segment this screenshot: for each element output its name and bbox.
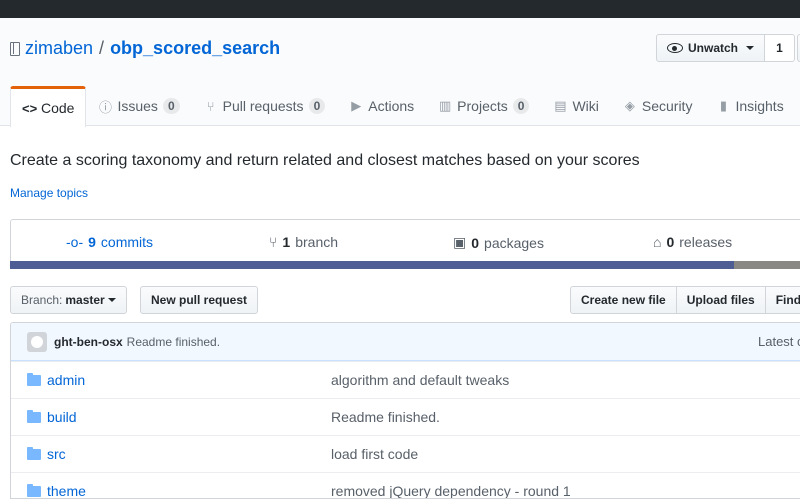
branch-icon: ⑂ <box>269 234 278 250</box>
tag-icon: ⌂ <box>653 234 662 250</box>
new-pull-request-button[interactable]: New pull request <box>140 286 259 314</box>
tab-label: Issues <box>117 98 158 114</box>
commits-label: commits <box>100 234 154 250</box>
code-icon: <> <box>22 100 38 116</box>
language-bar[interactable] <box>10 261 800 269</box>
file-commit-message[interactable]: algorithm and default tweaks <box>331 372 509 388</box>
repo-title: zimaben / obp_scored_search <box>10 38 280 59</box>
tab-label: Projects <box>457 98 508 114</box>
tab-actions[interactable]: ▶ Actions <box>337 86 426 126</box>
repo-separator: / <box>99 38 105 58</box>
repo-description: Create a scoring taxonomy and return rel… <box>10 152 640 169</box>
tab-issues[interactable]: ⓘ Issues 0 <box>86 86 191 126</box>
packages-count: 0 <box>471 234 480 251</box>
top-navbar <box>0 0 800 18</box>
shield-icon: ◈ <box>624 98 635 113</box>
repo-icon <box>10 41 20 56</box>
folder-icon <box>27 409 41 423</box>
tab-pull-requests[interactable]: ⑂ Pull requests 0 <box>192 86 338 126</box>
avatar[interactable] <box>27 331 47 352</box>
commit-message[interactable]: Readme finished. <box>127 335 220 349</box>
file-row: theme removed jQuery dependency - round … <box>11 472 800 498</box>
commits-count: 9 <box>88 234 96 250</box>
packages-label: packages <box>484 234 544 251</box>
issues-counter: 0 <box>162 98 180 114</box>
file-row: admin algorithm and default tweaks <box>11 361 800 398</box>
repo-owner-link[interactable]: zimaben <box>25 38 93 59</box>
latest-commit-label: Latest c <box>758 334 800 349</box>
tab-label: Actions <box>368 98 415 114</box>
folder-icon <box>27 446 41 460</box>
branch-label: branch <box>295 234 339 250</box>
language-segment-secondary <box>734 261 800 269</box>
tab-wiki[interactable]: ▤ Wiki <box>541 86 610 126</box>
tab-label: Code <box>41 100 75 116</box>
branch-select-button[interactable]: Branch: master <box>10 286 127 314</box>
graph-icon: ▮ <box>719 98 728 113</box>
tab-label: Security <box>641 98 693 114</box>
tab-label: Insights <box>735 98 784 114</box>
package-icon: ▣ <box>453 234 467 250</box>
tab-label: Wiki <box>572 98 599 114</box>
create-new-file-button[interactable]: Create new file <box>570 286 677 314</box>
repo-header: zimaben / obp_scored_search Unwatch 1 <>… <box>0 18 800 127</box>
file-name-link[interactable]: build <box>47 409 77 425</box>
branch-value: master <box>65 293 105 307</box>
tab-insights[interactable]: ▮ Insights <box>704 86 795 126</box>
file-name-link[interactable]: admin <box>47 372 85 388</box>
file-name-link[interactable]: src <box>47 446 66 462</box>
commits-link[interactable]: -o- 9 commits <box>66 234 153 250</box>
tab-label: Pull requests <box>222 98 304 114</box>
file-name-link[interactable]: theme <box>47 483 86 498</box>
tab-projects[interactable]: ▥ Projects 0 <box>426 86 541 126</box>
caret-down-icon <box>107 298 116 302</box>
watch-control: Unwatch 1 <box>656 34 800 62</box>
file-commit-message[interactable]: removed jQuery dependency - round 1 <box>331 483 571 498</box>
eye-icon <box>667 43 683 53</box>
file-list: ght-ben-osx Readme finished. Latest c ad… <box>10 322 800 499</box>
play-icon: ▶ <box>351 98 362 113</box>
caret-down-icon <box>746 46 755 50</box>
watch-count[interactable]: 1 <box>765 34 796 62</box>
unwatch-button[interactable]: Unwatch <box>656 34 766 62</box>
book-icon: ▤ <box>554 98 567 113</box>
commit-icon: -o- <box>66 234 84 250</box>
releases-label: releases <box>679 234 733 250</box>
file-actions-group: Create new file Upload files Find <box>570 286 800 314</box>
releases-link[interactable]: ⌂ 0 releases <box>653 234 732 250</box>
latest-commit-bar: ght-ben-osx Readme finished. Latest c <box>11 323 800 361</box>
issue-icon: ⓘ <box>98 99 112 115</box>
language-segment-primary <box>10 261 734 269</box>
file-row: build Readme finished. <box>11 398 800 435</box>
commit-author[interactable]: ght-ben-osx <box>54 335 123 349</box>
tab-code[interactable]: <> Code <box>10 86 87 127</box>
releases-count: 0 <box>666 234 675 250</box>
branch-count: 1 <box>282 234 291 250</box>
folder-icon <box>27 372 41 386</box>
find-file-button[interactable]: Find <box>764 286 800 314</box>
packages-link[interactable]: ▣ 0 packages <box>453 234 544 251</box>
branch-prefix: Branch: <box>21 293 63 307</box>
branch-link[interactable]: ⑂ 1 branch <box>269 234 338 250</box>
repo-tabs: <> Code ⓘ Issues 0 ⑂ Pull requests 0 ▶ A… <box>10 86 796 127</box>
file-commit-message[interactable]: Readme finished. <box>331 409 440 425</box>
pull-requests-counter: 0 <box>308 98 326 114</box>
repo-name-link[interactable]: obp_scored_search <box>110 38 280 59</box>
upload-files-button[interactable]: Upload files <box>675 286 766 314</box>
manage-topics-link[interactable]: Manage topics <box>10 186 88 200</box>
pull-request-icon: ⑂ <box>206 98 215 114</box>
unwatch-label: Unwatch <box>688 41 739 55</box>
project-icon: ▥ <box>439 98 452 113</box>
file-row: src load first code <box>11 435 800 472</box>
folder-icon <box>27 483 41 497</box>
tab-security[interactable]: ◈ Security <box>611 86 705 126</box>
projects-counter: 0 <box>512 98 530 114</box>
file-commit-message[interactable]: load first code <box>331 446 418 462</box>
